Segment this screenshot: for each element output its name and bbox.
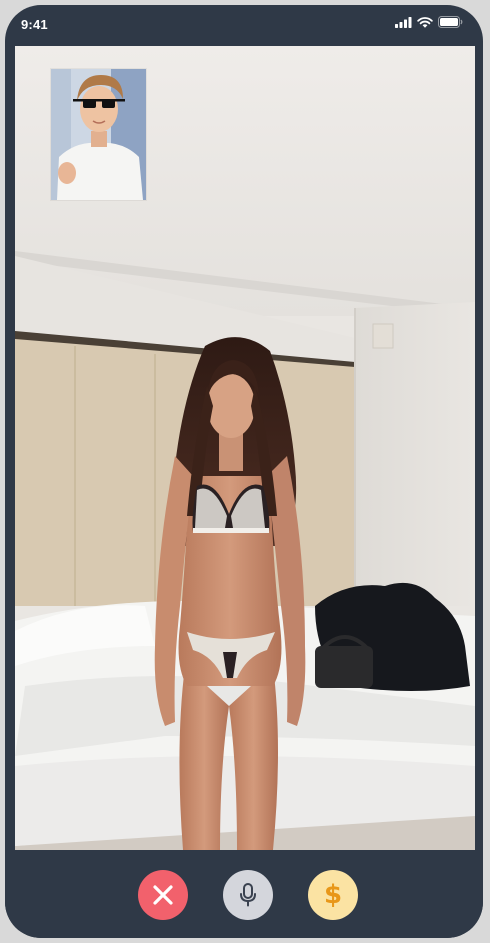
dollar-icon: $ bbox=[323, 880, 343, 910]
status-bar: 9:41 bbox=[5, 5, 483, 45]
end-call-button[interactable] bbox=[138, 870, 188, 920]
phone-frame: 9:41 $ bbox=[5, 5, 483, 938]
status-icons bbox=[395, 16, 463, 28]
status-time: 9:41 bbox=[21, 17, 48, 32]
wifi-icon bbox=[417, 16, 433, 28]
battery-icon bbox=[438, 16, 463, 28]
close-icon bbox=[153, 885, 173, 905]
cellular-signal-icon bbox=[395, 16, 412, 28]
tip-button[interactable]: $ bbox=[308, 870, 358, 920]
microphone-icon bbox=[240, 883, 256, 907]
remote-participant-video bbox=[15, 46, 475, 850]
mic-button[interactable] bbox=[223, 870, 273, 920]
self-view-thumbnail[interactable] bbox=[51, 69, 146, 200]
self-view-video bbox=[51, 69, 146, 200]
call-controls-bar: $ bbox=[5, 850, 483, 938]
